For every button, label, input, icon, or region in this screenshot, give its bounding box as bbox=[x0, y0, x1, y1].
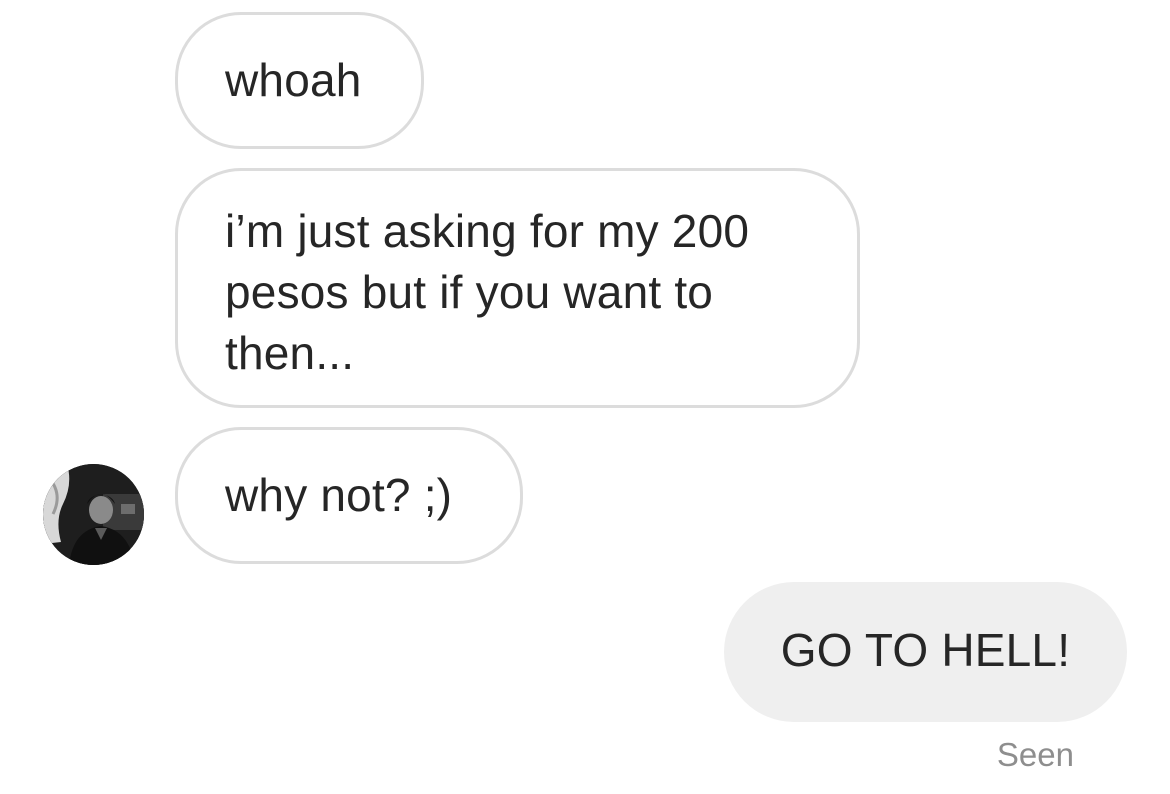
incoming-message-bubble[interactable]: why not? ;) bbox=[175, 427, 523, 564]
incoming-message-bubble[interactable]: i’m just asking for my 200 pesos but if … bbox=[175, 168, 860, 408]
incoming-message-bubble[interactable]: whoah bbox=[175, 12, 424, 149]
message-text: why not? ;) bbox=[225, 469, 453, 521]
seen-status: Seen bbox=[996, 736, 1074, 773]
sender-avatar[interactable] bbox=[43, 464, 144, 565]
profile-photo-icon bbox=[43, 464, 144, 565]
message-text: whoah bbox=[225, 54, 362, 106]
outgoing-message-bubble[interactable]: GO TO HELL! bbox=[724, 582, 1127, 722]
message-text: GO TO HELL! bbox=[780, 624, 1071, 676]
message-text: i’m just asking for my 200 pesos but if … bbox=[225, 205, 750, 379]
